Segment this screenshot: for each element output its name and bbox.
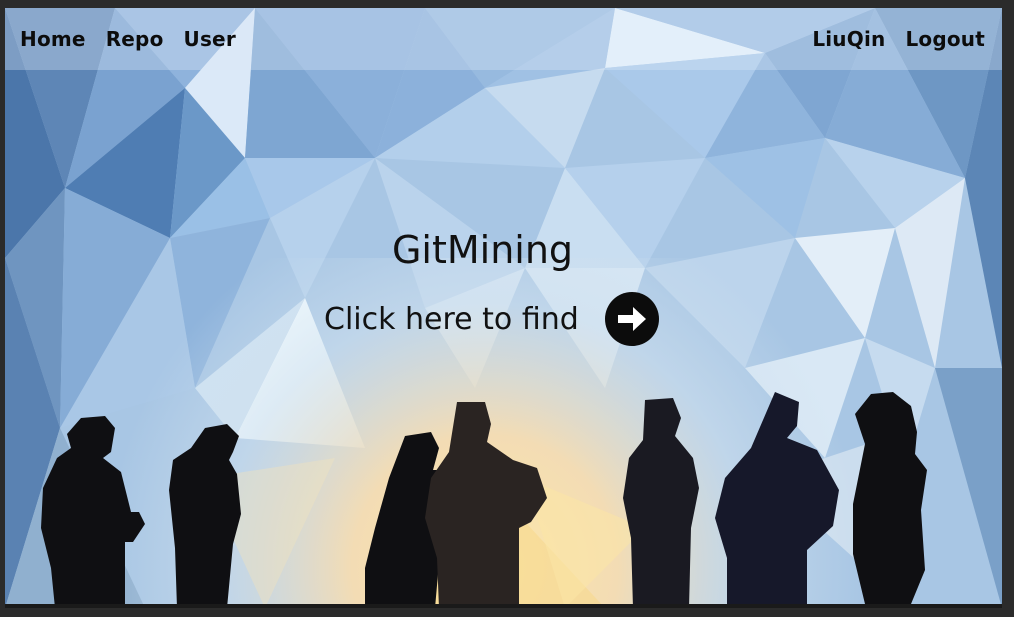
find-cta-label[interactable]: Click here to find (324, 302, 579, 337)
arrow-right-circle-icon[interactable] (604, 292, 659, 346)
find-cta[interactable]: Click here to find (324, 291, 659, 347)
app-window: Home Repo User LiuQin Logout GitMining C… (5, 8, 1002, 608)
nav-right-group: LiuQin Logout (812, 8, 985, 70)
nav-repo-link[interactable]: Repo (106, 27, 164, 51)
username-link[interactable]: LiuQin (812, 27, 885, 51)
top-navbar: Home Repo User LiuQin Logout (5, 8, 1002, 70)
app-title: GitMining (391, 228, 574, 272)
nav-left-group: Home Repo User (20, 8, 256, 70)
nav-user-link[interactable]: User (184, 27, 236, 51)
logout-link[interactable]: Logout (905, 27, 985, 51)
nav-home-link[interactable]: Home (20, 27, 86, 51)
